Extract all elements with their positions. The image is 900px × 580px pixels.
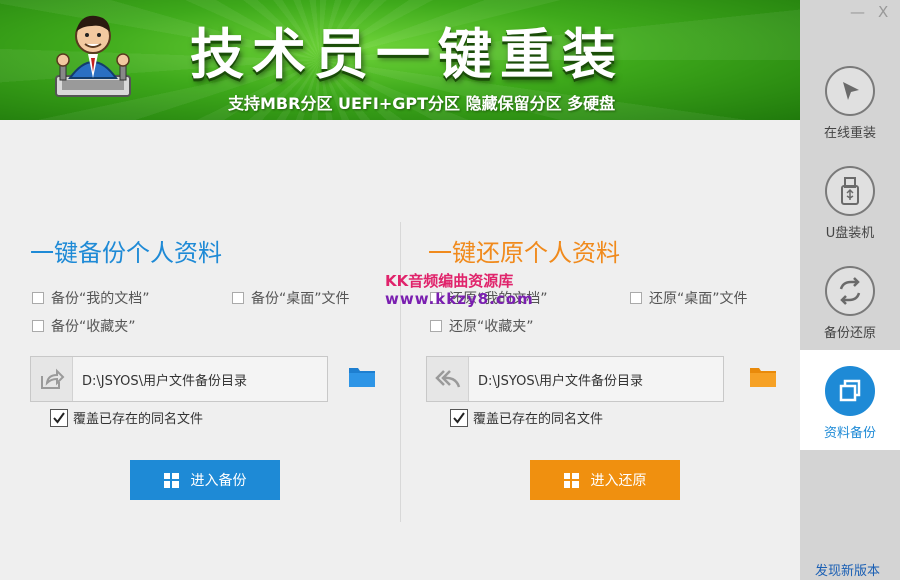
checkbox[interactable] xyxy=(32,292,44,304)
restore-option-desktop[interactable]: 还原“桌面”文件 xyxy=(630,288,748,308)
browse-folder-icon[interactable] xyxy=(348,364,376,388)
watermark: KK音频编曲资源库 www.kkzy8.com xyxy=(385,272,534,308)
windows-logo-icon xyxy=(163,472,179,488)
checkbox-checked[interactable] xyxy=(450,408,468,427)
sidebar-item-backup-restore[interactable]: 备份还原 xyxy=(800,250,900,350)
overwrite-label: 覆盖已存在的同名文件 xyxy=(73,412,204,427)
backup-option-favorites[interactable]: 备份“收藏夹” xyxy=(32,316,136,336)
watermark-line2: www.kkzy8.com xyxy=(385,290,534,308)
cursor-icon xyxy=(825,66,875,116)
browse-folder-icon[interactable] xyxy=(749,364,777,388)
sidebar-item-label: U盘装机 xyxy=(825,226,875,241)
overwrite-label: 覆盖已存在的同名文件 xyxy=(473,412,604,427)
panel-divider xyxy=(400,222,401,522)
reply-all-icon xyxy=(427,357,469,401)
technician-mascot-icon xyxy=(55,15,131,97)
usb-icon xyxy=(825,166,875,216)
restore-panel-title: 一键还原个人资料 xyxy=(428,239,620,267)
backup-path-text: D:\JSYOS\用户文件备份目录 xyxy=(82,373,247,389)
option-label: 备份“收藏夹” xyxy=(51,319,136,335)
sidebar-item-data-backup[interactable]: 资料备份 xyxy=(800,350,900,450)
restore-path-text: D:\JSYOS\用户文件备份目录 xyxy=(478,373,643,389)
header-banner: 技术员一键重装 支持MBR分区 UEFI+GPT分区 隐藏保留分区 多硬盘 xyxy=(0,0,800,120)
start-restore-button[interactable]: 进入还原 xyxy=(530,460,680,500)
backup-panel-title: 一键备份个人资料 xyxy=(30,239,222,267)
option-label: 还原“桌面”文件 xyxy=(649,291,748,307)
restore-option-favorites[interactable]: 还原“收藏夹” xyxy=(430,316,534,336)
start-backup-label: 进入备份 xyxy=(190,472,247,488)
sidebar-item-label: 备份还原 xyxy=(823,326,876,341)
backup-option-documents[interactable]: 备份“我的文档” xyxy=(32,288,150,308)
banner-subtitle: 支持MBR分区 UEFI+GPT分区 隐藏保留分区 多硬盘 xyxy=(228,94,616,113)
sidebar-item-label: 资料备份 xyxy=(823,426,876,441)
start-restore-label: 进入还原 xyxy=(590,472,647,488)
copy-icon xyxy=(825,366,875,416)
sidebar-item-online-reinstall[interactable]: 在线重装 xyxy=(800,50,900,150)
close-button[interactable]: X xyxy=(878,4,888,20)
windows-logo-icon xyxy=(563,472,579,488)
restore-overwrite-option[interactable]: 覆盖已存在的同名文件 xyxy=(450,408,603,427)
backup-option-desktop[interactable]: 备份“桌面”文件 xyxy=(232,288,350,308)
new-version-link[interactable]: 发现新版本 xyxy=(815,560,880,579)
checkbox[interactable] xyxy=(232,292,244,304)
minimize-button[interactable]: — xyxy=(850,4,865,20)
restore-path-field[interactable]: D:\JSYOS\用户文件备份目录 xyxy=(426,356,724,402)
sidebar-item-label: 在线重装 xyxy=(823,126,876,141)
banner-title: 技术员一键重装 xyxy=(190,22,624,86)
checkbox[interactable] xyxy=(32,320,44,332)
backup-overwrite-option[interactable]: 覆盖已存在的同名文件 xyxy=(50,408,203,427)
checkbox-checked[interactable] xyxy=(50,408,68,427)
watermark-line1: KK音频编曲资源库 xyxy=(385,272,514,290)
checkbox[interactable] xyxy=(430,320,442,332)
option-label: 还原“收藏夹” xyxy=(449,319,534,335)
sync-icon xyxy=(825,266,875,316)
sidebar-item-usb-install[interactable]: U盘装机 xyxy=(800,150,900,250)
option-label: 备份“桌面”文件 xyxy=(251,291,350,307)
sidebar: — X 在线重装 U盘装机 备份还原 资料备份 xyxy=(800,0,900,580)
backup-path-field[interactable]: D:\JSYOS\用户文件备份目录 xyxy=(30,356,328,402)
checkbox[interactable] xyxy=(630,292,642,304)
start-backup-button[interactable]: 进入备份 xyxy=(130,460,280,500)
option-label: 备份“我的文档” xyxy=(51,291,150,307)
share-icon xyxy=(31,357,73,401)
